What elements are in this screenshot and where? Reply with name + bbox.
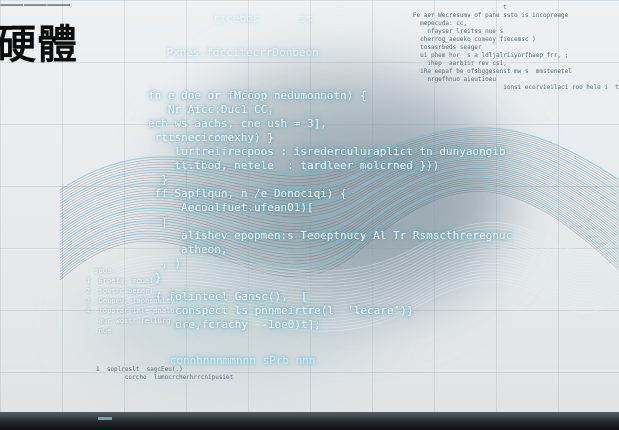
code-line: 4 topptarlinle dhalo xyxy=(86,307,175,315)
code-line: soua xyxy=(86,267,112,275)
code-line: tt.tbod, netele : tardleer molcrned })) xyxy=(148,159,440,172)
code-line: Nr Aicc:Duc1 CC, xyxy=(148,103,274,116)
code-wave-scene: ⸺⸺⸺ 硬體 Pxnes.fdccitecrrDonbeon ricebos s… xyxy=(0,0,619,430)
code-line: atheon, xyxy=(148,243,228,256)
code-line: 2 sovtrd bemer( xyxy=(86,287,154,295)
code-block-bottom-left: 1 soplreslt sagcEeu(.) corcho lumocrcher… xyxy=(96,366,233,382)
code-line: } xyxy=(148,173,168,186)
code-block-side-left: soua 1 Eroels, mouel 2 sovtrd bemer( 3 Oepp… xyxy=(86,256,175,336)
code-line: tosasrbeds seager xyxy=(384,44,482,51)
code-line: ihep aarbiir rev cs1, xyxy=(384,60,507,67)
code-line: lurtreifrecpoos : isrederculuraplict tn … xyxy=(148,145,506,158)
code-line: alishev epopmen:s Teoeptnucy Al Tr Rsmsc… xyxy=(148,229,513,242)
code-line: } xyxy=(148,271,162,284)
code-line: ( folintecl Gansc(), [ xyxy=(142,290,308,303)
code-block-right: t Fe aer Wecresumv of pane ssto is incop… xyxy=(384,4,619,92)
code-top-center: Pxnes.fdccitecrrDonbeon xyxy=(140,46,319,59)
code-line: ech ws aachs, cne ush = 3], xyxy=(148,117,327,130)
code-line: nrgefhnuo aieutioeu xyxy=(384,76,496,83)
code-line: | xyxy=(148,215,168,228)
code-line: Aecoolfuet.ufean01)[ xyxy=(148,201,314,214)
bottom-taskbar xyxy=(0,412,619,430)
code-line: nfayser lreitss nue s xyxy=(384,28,504,35)
code-line: iRe eepaf be ofsbggesenst mw s mmstenete… xyxy=(384,68,572,75)
code-line: nue xyxy=(86,327,112,335)
code-line: aur wostr fellurg xyxy=(86,317,171,325)
code-line: ui phem hor s a ldljalriiyorfhaep frr, ; xyxy=(384,52,569,59)
code-line: corcho lumocrcherhrrcnipusiet xyxy=(96,374,234,381)
code-line: rttsnecicomexhy) } xyxy=(148,131,274,144)
code-line: 1 soplreslt sagcEeu(.) xyxy=(96,366,183,373)
taskbar-indicator xyxy=(98,417,112,420)
code-line: ionsi ecorvieilaci roo hele i t llatavsi… xyxy=(503,84,619,91)
code-block-lower: ( folintecl Gansc(), [ conspect ls pnnme… xyxy=(142,290,414,332)
code-top-faint: ricebos ss xyxy=(160,12,313,25)
code-line: 1 Eroels, mouel xyxy=(86,277,154,285)
code-line: conspect ls pnnmeirtre(l 'lecare')} xyxy=(142,304,414,317)
code-line: 3 Oeppeu, lapnsoulty xyxy=(86,297,175,305)
code-block-main: fn e doe or fMcoop nedumonnotn) { Nr Aic… xyxy=(148,75,512,285)
code-line: ore,fcrachy -1oe0)t]; xyxy=(142,318,321,331)
page-title: 硬體 xyxy=(0,22,78,68)
code-line: mepecuda: cc, xyxy=(384,20,468,27)
code-line: Fe aer Wecresumv of pane ssto is incopre… xyxy=(384,12,569,19)
code-line: t xyxy=(384,4,507,11)
code-line: cherrog_aeueko comeoy fiecemsc ) xyxy=(384,36,536,43)
code-line: , ) xyxy=(148,257,182,270)
code-line: ff Sapflqun, n /e Donociqi) { xyxy=(148,187,347,200)
